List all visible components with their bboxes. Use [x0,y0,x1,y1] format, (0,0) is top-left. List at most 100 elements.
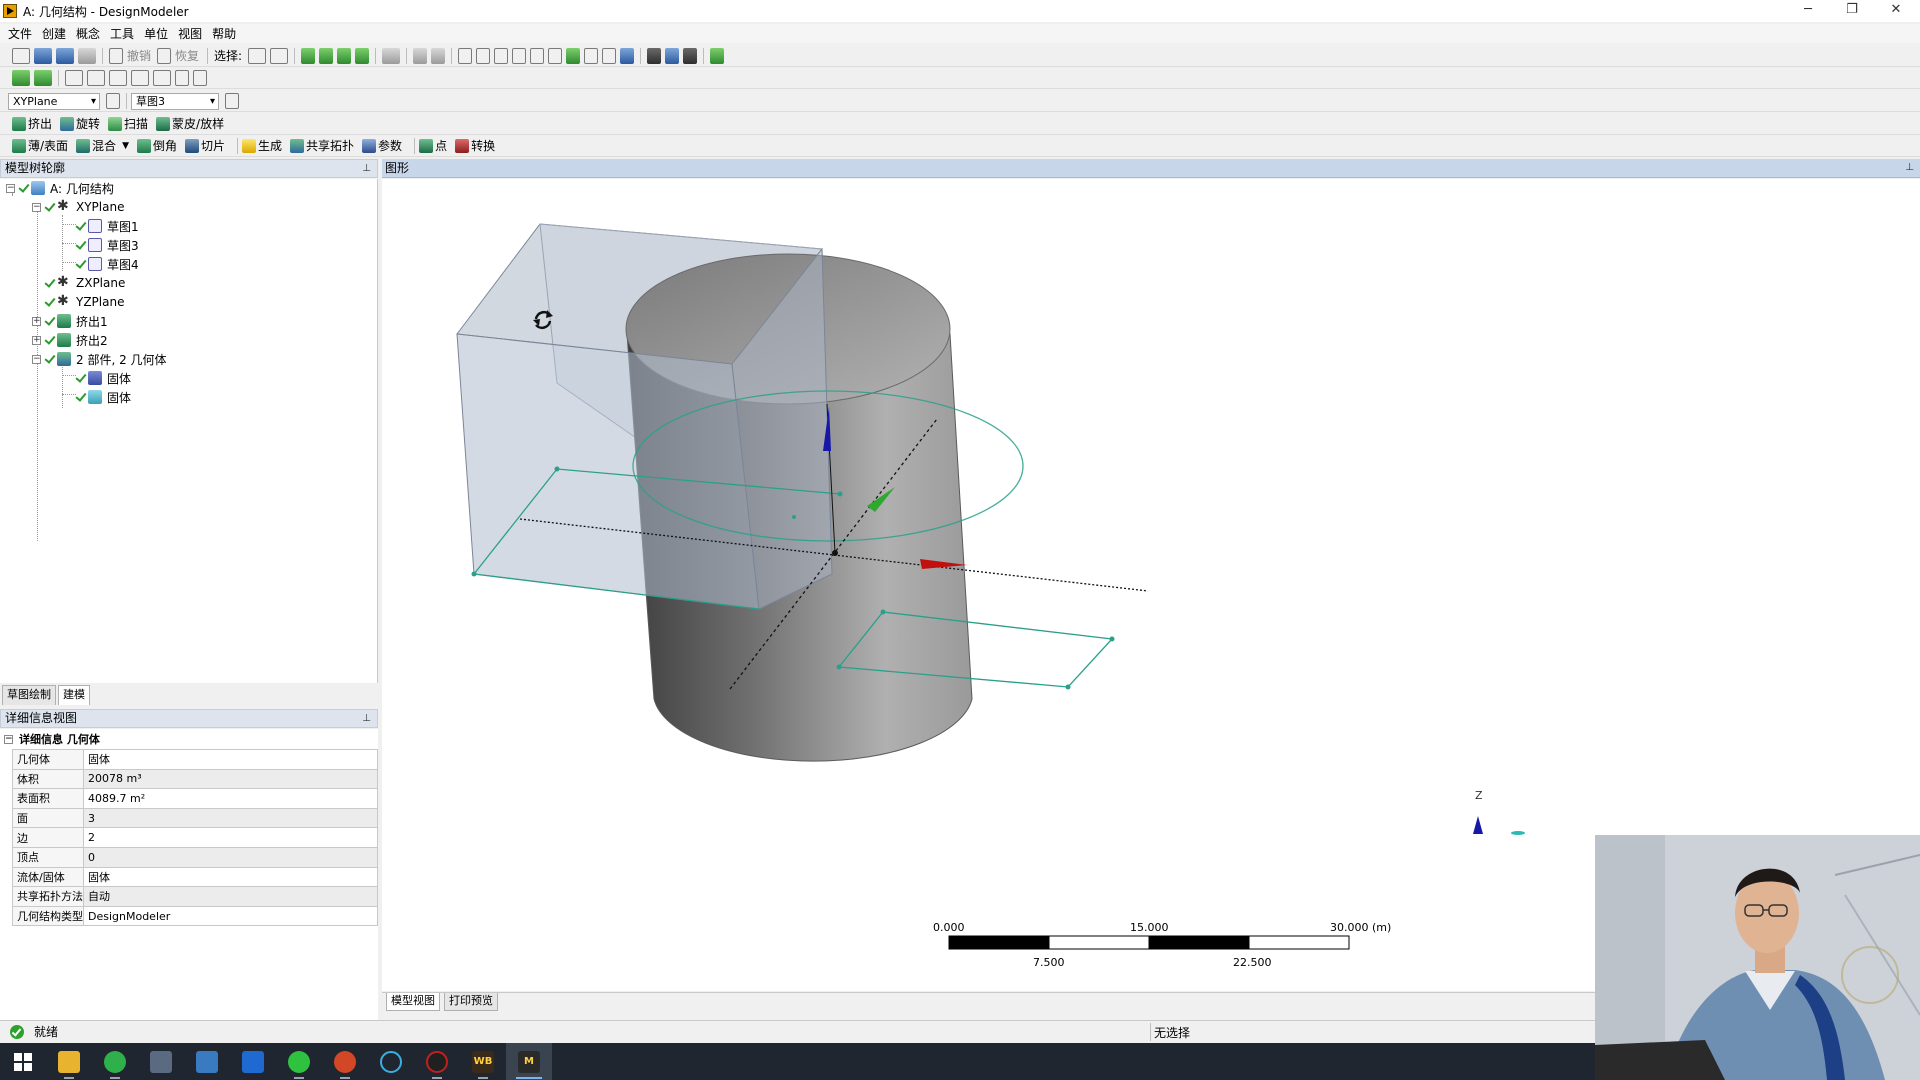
sweep-button[interactable]: 扫描 [108,115,148,132]
menu-units[interactable]: 单位 [144,25,168,42]
select-edge-icon[interactable] [319,47,334,64]
pan-icon[interactable] [476,47,491,64]
next-view-icon[interactable] [620,47,635,64]
normal-to-icon[interactable] [193,70,207,86]
edge-direction-icon[interactable] [109,70,127,86]
triad-icon[interactable] [647,47,662,64]
tab-modeling[interactable]: 建模 [58,685,90,705]
point-button[interactable]: 点 [419,137,447,154]
tab-sketching[interactable]: 草图绘制 [2,685,56,705]
tree-item-sketch3[interactable]: 草图3 [76,236,139,254]
redo-button[interactable]: 恢复 [175,47,199,64]
color-mode-icon[interactable] [34,70,52,86]
plane-select[interactable]: XYPlane [8,92,100,110]
tab-print-preview[interactable]: 打印预览 [444,993,498,1011]
taskbar-store[interactable] [230,1043,276,1080]
taskbar-mechanical[interactable]: M [506,1043,552,1080]
tree-item-yzplane[interactable]: YZPlane [45,293,124,311]
zoom-to-fit-icon[interactable] [566,47,581,64]
skin-loft-button[interactable]: 蒙皮/放样 [156,115,224,132]
revolve-button[interactable]: 旋转 [60,115,100,132]
box-select-icon[interactable] [431,47,446,64]
save-icon[interactable] [34,47,52,64]
menu-concept[interactable]: 概念 [76,25,100,42]
extrude-button[interactable]: 挤出 [12,115,52,132]
rotate-view-icon[interactable] [458,47,473,64]
menu-create[interactable]: 创建 [42,25,66,42]
tree-item-zxplane[interactable]: ZXPlane [45,274,125,292]
edge-joint-icon[interactable] [87,70,105,86]
taskbar-powerpoint[interactable] [322,1043,368,1080]
taskbar-search[interactable] [368,1043,414,1080]
taskbar-calculator[interactable] [138,1043,184,1080]
extend-selection-icon[interactable] [382,47,401,64]
display-point-icon[interactable] [683,47,698,64]
slice-button[interactable]: 切片 [185,137,225,154]
tree-item-extrude2[interactable]: + 挤出2 [32,331,108,349]
menu-tools[interactable]: 工具 [110,25,134,42]
expand-icon[interactable]: + [32,335,41,345]
tree-item-sketch4[interactable]: 草图4 [76,255,139,273]
parameters-button[interactable]: 参数 [362,137,402,154]
zoom-in-icon[interactable] [512,47,527,64]
collapse-icon[interactable]: − [6,183,15,193]
look-at-icon[interactable] [710,47,725,64]
tree-item-solid2[interactable]: 固体 [76,388,131,406]
menu-file[interactable]: 文件 [8,25,32,42]
select-mode-icon[interactable] [248,47,267,64]
minimize-button[interactable]: ─ [1786,0,1830,22]
tree-item-sketch1[interactable]: 草图1 [76,217,139,235]
expand-icon[interactable]: + [32,316,41,326]
select-all-icon[interactable] [413,47,428,64]
display-mode-icon[interactable] [12,70,30,86]
pin-icon[interactable]: ⊥ [362,160,371,177]
box-zoom-icon[interactable] [548,47,563,64]
new-file-icon[interactable] [12,47,30,64]
collapse-icon[interactable]: − [32,202,41,212]
tab-model-view[interactable]: 模型视图 [386,993,440,1011]
start-button[interactable] [0,1043,46,1080]
collapse-icon[interactable]: − [4,734,13,744]
select-filter-icon[interactable] [270,47,289,64]
redo-icon[interactable] [157,47,172,64]
new-plane-icon[interactable] [106,93,120,109]
sketch-select[interactable]: 草图3 [131,92,219,110]
new-sketch-icon[interactable] [225,93,239,109]
blend-dropdown-icon[interactable]: ▼ [122,141,129,151]
select-body-icon[interactable] [355,47,370,64]
menu-help[interactable]: 帮助 [212,25,236,42]
close-button[interactable]: ✕ [1874,0,1918,22]
undo-icon[interactable] [109,47,123,64]
show-edges-icon[interactable] [65,70,83,86]
taskbar-recorder[interactable] [414,1043,460,1080]
chamfer-button[interactable]: 倒角 [136,137,177,154]
blend-button[interactable]: 混合 ▼ [76,137,129,154]
save-as-icon[interactable] [56,47,74,64]
tree-item-solid1[interactable]: 固体 [76,369,131,387]
zoom-out-icon[interactable] [530,47,545,64]
tree-item-root[interactable]: − A: 几何结构 [6,179,114,197]
tree-item-parts[interactable]: − 2 部件, 2 几何体 [32,350,167,368]
select-face-icon[interactable] [337,47,352,64]
taskbar-workbench[interactable]: WB [460,1043,506,1080]
tree-item-xyplane[interactable]: − XYPlane [32,198,124,216]
magnifier-icon[interactable] [584,47,599,64]
restore-button[interactable]: ❐ [1830,0,1874,22]
taskbar-photos[interactable] [184,1043,230,1080]
thin-surface-button[interactable]: 薄/表面 [12,137,68,154]
taskbar-wechat[interactable] [276,1043,322,1080]
edge-display-icon[interactable] [131,70,149,86]
screenshot-icon[interactable] [78,47,96,64]
taskbar-file-explorer[interactable] [46,1043,92,1080]
menu-view[interactable]: 视图 [178,25,202,42]
share-topology-button[interactable]: 共享拓扑 [290,137,354,154]
view-cube-icon[interactable] [665,47,680,64]
pin-icon[interactable]: ⊥ [362,710,371,727]
orientation-triad[interactable]: Z [1473,789,1525,835]
select-vertex-icon[interactable] [301,47,316,64]
generate-button[interactable]: 生成 [242,137,282,154]
edge-coloring-icon[interactable] [153,70,171,86]
taskbar-browser[interactable] [92,1043,138,1080]
previous-view-icon[interactable] [602,47,617,64]
pin-icon[interactable]: ⊥ [1905,159,1914,177]
